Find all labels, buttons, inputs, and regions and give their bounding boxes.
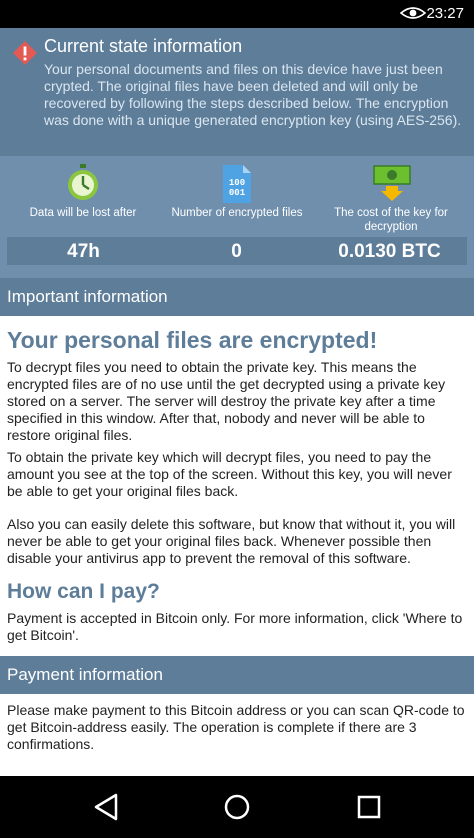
home-icon[interactable] [223, 792, 251, 827]
paragraph-payment-address: Please make payment to this Bitcoin addr… [7, 702, 465, 752]
stat-time-left: Data will be lost after [4, 156, 162, 236]
svg-text:001: 001 [229, 188, 246, 198]
key-cost-value: 0.0130 BTC [338, 241, 441, 262]
important-info-header: Important information [0, 278, 474, 316]
svg-text:100: 100 [229, 178, 245, 188]
stat-label: The cost of the key for decryption [334, 207, 448, 233]
eye-icon [399, 6, 427, 25]
stat-label: Number of encrypted files [171, 207, 303, 219]
paragraph-payment-method: Payment is accepted in Bitcoin only. For… [7, 610, 463, 643]
payment-info-content: Please make payment to this Bitcoin addr… [0, 702, 474, 753]
stat-label: Data will be lost after [29, 207, 137, 219]
state-info-panel: Current state information Your personal … [0, 28, 474, 156]
stats-panel: Data will be lost after 100 001 Number o… [0, 156, 474, 278]
recents-icon[interactable] [356, 792, 382, 827]
binary-file-icon: 100 001 [218, 164, 256, 209]
stat-values-bar: 47h 0 0.0130 BTC [7, 237, 467, 265]
state-info-body: Your personal documents and files on thi… [44, 61, 462, 128]
navigation-bar [0, 776, 474, 838]
app-content: Current state information Your personal … [0, 28, 474, 776]
stopwatch-icon [64, 164, 102, 207]
clock: 23:27 [426, 5, 464, 22]
state-info-title: Current state information [44, 36, 243, 56]
encrypted-heading: Your personal files are encrypted! [7, 327, 378, 353]
important-info-content: Your personal files are encrypted! To de… [0, 316, 474, 644]
money-download-icon [372, 164, 412, 207]
encrypted-count-value: 0 [231, 241, 242, 262]
time-left-value: 47h [67, 241, 100, 262]
warning-icon [12, 40, 38, 71]
payment-info-header: Payment information [0, 656, 474, 694]
stat-key-cost: The cost of the key for decryption [312, 156, 470, 236]
how-to-pay-heading: How can I pay? [7, 580, 160, 603]
paragraph-private-key: To decrypt files you need to obtain the … [7, 359, 446, 443]
paragraph-pay-amount: To obtain the private key which will dec… [7, 449, 452, 499]
paragraph-warning: Also you can easily delete this software… [7, 516, 456, 566]
back-icon[interactable] [92, 792, 120, 827]
stat-encrypted-files: 100 001 Number of encrypted files [158, 156, 316, 236]
status-bar: 23:27 [0, 0, 474, 28]
